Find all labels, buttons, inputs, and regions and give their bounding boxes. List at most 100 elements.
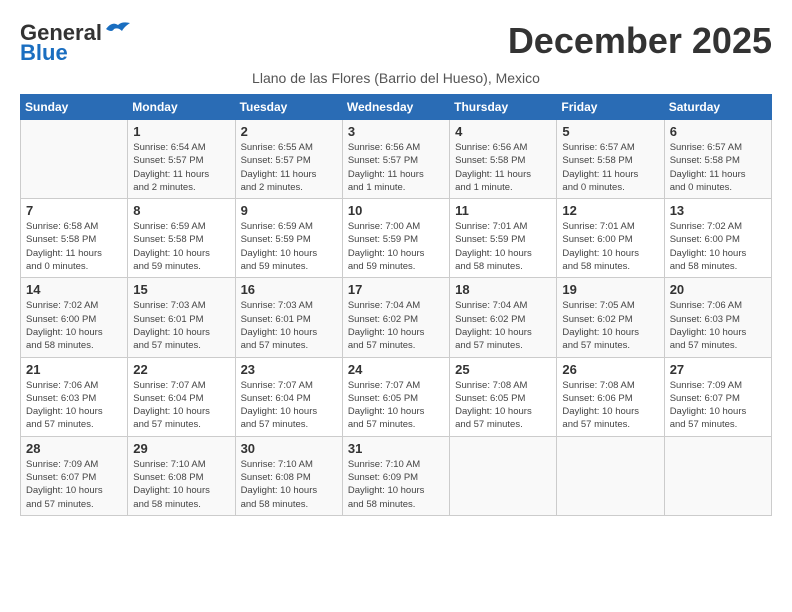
calendar-cell: 31 Sunrise: 7:10 AM Sunset: 6:09 PM Dayli… — [342, 436, 449, 515]
logo: General Blue — [20, 20, 132, 66]
day-info: Sunrise: 7:01 AM Sunset: 5:59 PM Dayligh… — [455, 220, 551, 273]
day-info: Sunrise: 7:07 AM Sunset: 6:04 PM Dayligh… — [133, 379, 229, 432]
calendar-cell: 18 Sunrise: 7:04 AM Sunset: 6:02 PM Dayli… — [450, 278, 557, 357]
day-number: 1 — [133, 124, 229, 139]
day-number: 9 — [241, 203, 337, 218]
day-info: Sunrise: 7:06 AM Sunset: 6:03 PM Dayligh… — [670, 299, 766, 352]
day-info: Sunrise: 6:58 AM Sunset: 5:58 PM Dayligh… — [26, 220, 122, 273]
calendar-cell: 16Sunrise: 7:03 AM Sunset: 6:01 PM Dayli… — [235, 278, 342, 357]
day-number: 17 — [348, 282, 444, 297]
calendar-cell: 30Sunrise: 7:10 AM Sunset: 6:08 PM Dayli… — [235, 436, 342, 515]
day-info: Sunrise: 6:54 AM Sunset: 5:57 PM Dayligh… — [133, 141, 229, 194]
header-saturday: Saturday — [664, 95, 771, 120]
day-info: Sunrise: 6:55 AM Sunset: 5:57 PM Dayligh… — [241, 141, 337, 194]
day-number: 18 — [455, 282, 551, 297]
day-info: Sunrise: 6:57 AM Sunset: 5:58 PM Dayligh… — [562, 141, 658, 194]
logo-bird-icon — [104, 19, 132, 39]
calendar-cell: 13 Sunrise: 7:02 AM Sunset: 6:00 PM Dayli… — [664, 199, 771, 278]
day-info: Sunrise: 7:05 AM Sunset: 6:02 PM Dayligh… — [562, 299, 658, 352]
day-number: 24 — [348, 362, 444, 377]
calendar-cell: 5 Sunrise: 6:57 AM Sunset: 5:58 PM Daylig… — [557, 120, 664, 199]
calendar-cell: 23 Sunrise: 7:07 AM Sunset: 6:04 PM Dayli… — [235, 357, 342, 436]
day-number: 8 — [133, 203, 229, 218]
day-number: 28 — [26, 441, 122, 456]
calendar-cell: 19 Sunrise: 7:05 AM Sunset: 6:02 PM Dayli… — [557, 278, 664, 357]
day-info: Sunrise: 6:59 AM Sunset: 5:59 PM Dayligh… — [241, 220, 337, 273]
day-info: Sunrise: 7:04 AM Sunset: 6:02 PM Dayligh… — [455, 299, 551, 352]
day-info: Sunrise: 7:10 AM Sunset: 6:09 PM Dayligh… — [348, 458, 444, 511]
calendar-cell: 8 Sunrise: 6:59 AM Sunset: 5:58 PM Daylig… — [128, 199, 235, 278]
calendar-cell: 7 Sunrise: 6:58 AM Sunset: 5:58 PM Daylig… — [21, 199, 128, 278]
day-number: 12 — [562, 203, 658, 218]
day-number: 7 — [26, 203, 122, 218]
calendar-week-row: 28 Sunrise: 7:09 AM Sunset: 6:07 PM Dayli… — [21, 436, 772, 515]
day-info: Sunrise: 7:10 AM Sunset: 6:08 PM Dayligh… — [133, 458, 229, 511]
calendar-cell: 22 Sunrise: 7:07 AM Sunset: 6:04 PM Dayli… — [128, 357, 235, 436]
day-number: 4 — [455, 124, 551, 139]
day-number: 29 — [133, 441, 229, 456]
calendar-cell: 6Sunrise: 6:57 AM Sunset: 5:58 PM Daylig… — [664, 120, 771, 199]
day-info: Sunrise: 7:09 AM Sunset: 6:07 PM Dayligh… — [670, 379, 766, 432]
day-info: Sunrise: 7:02 AM Sunset: 6:00 PM Dayligh… — [670, 220, 766, 273]
day-info: Sunrise: 7:09 AM Sunset: 6:07 PM Dayligh… — [26, 458, 122, 511]
calendar-table: SundayMondayTuesdayWednesdayThursdayFrid… — [20, 94, 772, 516]
month-title: December 2025 — [508, 20, 772, 62]
day-number: 15 — [133, 282, 229, 297]
calendar-cell: 25 Sunrise: 7:08 AM Sunset: 6:05 PM Dayli… — [450, 357, 557, 436]
day-info: Sunrise: 6:57 AM Sunset: 5:58 PM Dayligh… — [670, 141, 766, 194]
day-info: Sunrise: 6:59 AM Sunset: 5:58 PM Dayligh… — [133, 220, 229, 273]
calendar-week-row: 21Sunrise: 7:06 AM Sunset: 6:03 PM Dayli… — [21, 357, 772, 436]
calendar-cell: 24 Sunrise: 7:07 AM Sunset: 6:05 PM Dayli… — [342, 357, 449, 436]
day-number: 26 — [562, 362, 658, 377]
calendar-cell: 11 Sunrise: 7:01 AM Sunset: 5:59 PM Dayli… — [450, 199, 557, 278]
calendar-cell: 10Sunrise: 7:00 AM Sunset: 5:59 PM Dayli… — [342, 199, 449, 278]
day-info: Sunrise: 6:56 AM Sunset: 5:58 PM Dayligh… — [455, 141, 551, 194]
calendar-cell: 2 Sunrise: 6:55 AM Sunset: 5:57 PM Daylig… — [235, 120, 342, 199]
day-info: Sunrise: 7:01 AM Sunset: 6:00 PM Dayligh… — [562, 220, 658, 273]
day-number: 2 — [241, 124, 337, 139]
calendar-cell — [450, 436, 557, 515]
calendar-cell: 4 Sunrise: 6:56 AM Sunset: 5:58 PM Daylig… — [450, 120, 557, 199]
day-number: 22 — [133, 362, 229, 377]
calendar-cell: 26Sunrise: 7:08 AM Sunset: 6:06 PM Dayli… — [557, 357, 664, 436]
day-info: Sunrise: 6:56 AM Sunset: 5:57 PM Dayligh… — [348, 141, 444, 194]
day-number: 23 — [241, 362, 337, 377]
calendar-cell — [557, 436, 664, 515]
day-number: 14 — [26, 282, 122, 297]
calendar-cell: 15 Sunrise: 7:03 AM Sunset: 6:01 PM Dayli… — [128, 278, 235, 357]
calendar-cell: 14 Sunrise: 7:02 AM Sunset: 6:00 PM Dayli… — [21, 278, 128, 357]
header-monday: Monday — [128, 95, 235, 120]
day-info: Sunrise: 7:03 AM Sunset: 6:01 PM Dayligh… — [133, 299, 229, 352]
calendar-cell: 29 Sunrise: 7:10 AM Sunset: 6:08 PM Dayli… — [128, 436, 235, 515]
day-number: 27 — [670, 362, 766, 377]
day-info: Sunrise: 7:08 AM Sunset: 6:05 PM Dayligh… — [455, 379, 551, 432]
calendar-cell: 17Sunrise: 7:04 AM Sunset: 6:02 PM Dayli… — [342, 278, 449, 357]
day-info: Sunrise: 7:06 AM Sunset: 6:03 PM Dayligh… — [26, 379, 122, 432]
day-number: 25 — [455, 362, 551, 377]
day-info: Sunrise: 7:07 AM Sunset: 6:05 PM Dayligh… — [348, 379, 444, 432]
calendar-cell: 3Sunrise: 6:56 AM Sunset: 5:57 PM Daylig… — [342, 120, 449, 199]
calendar-cell: 9 Sunrise: 6:59 AM Sunset: 5:59 PM Daylig… — [235, 199, 342, 278]
calendar-week-row: 1 Sunrise: 6:54 AM Sunset: 5:57 PM Daylig… — [21, 120, 772, 199]
day-number: 13 — [670, 203, 766, 218]
calendar-cell: 20 Sunrise: 7:06 AM Sunset: 6:03 PM Dayli… — [664, 278, 771, 357]
day-number: 11 — [455, 203, 551, 218]
logo-blue-text: Blue — [20, 40, 68, 66]
calendar-header-row: SundayMondayTuesdayWednesdayThursdayFrid… — [21, 95, 772, 120]
day-info: Sunrise: 7:07 AM Sunset: 6:04 PM Dayligh… — [241, 379, 337, 432]
calendar-week-row: 7 Sunrise: 6:58 AM Sunset: 5:58 PM Daylig… — [21, 199, 772, 278]
day-info: Sunrise: 7:02 AM Sunset: 6:00 PM Dayligh… — [26, 299, 122, 352]
header-sunday: Sunday — [21, 95, 128, 120]
day-number: 31 — [348, 441, 444, 456]
day-number: 5 — [562, 124, 658, 139]
day-number: 20 — [670, 282, 766, 297]
calendar-cell: 28 Sunrise: 7:09 AM Sunset: 6:07 PM Dayli… — [21, 436, 128, 515]
header-friday: Friday — [557, 95, 664, 120]
day-number: 10 — [348, 203, 444, 218]
calendar-cell: 27 Sunrise: 7:09 AM Sunset: 6:07 PM Dayli… — [664, 357, 771, 436]
day-number: 19 — [562, 282, 658, 297]
header-thursday: Thursday — [450, 95, 557, 120]
calendar-cell — [664, 436, 771, 515]
calendar-cell: 12 Sunrise: 7:01 AM Sunset: 6:00 PM Dayli… — [557, 199, 664, 278]
calendar-cell: 21Sunrise: 7:06 AM Sunset: 6:03 PM Dayli… — [21, 357, 128, 436]
